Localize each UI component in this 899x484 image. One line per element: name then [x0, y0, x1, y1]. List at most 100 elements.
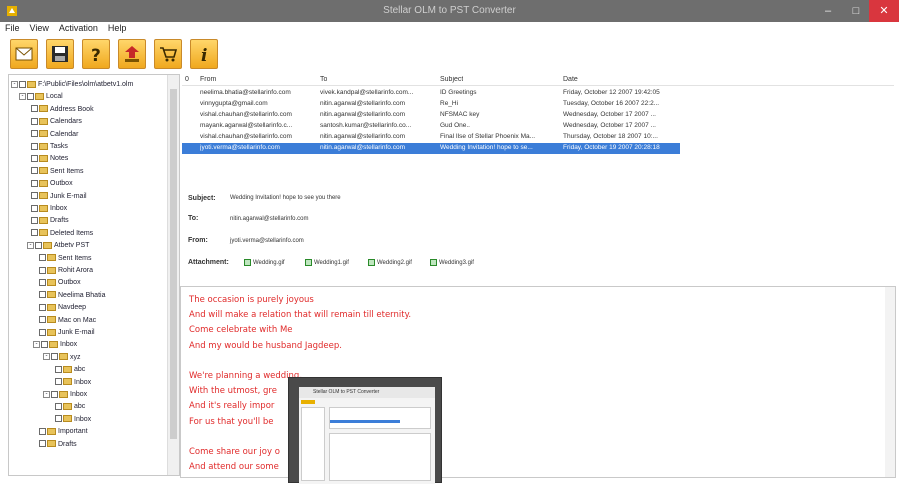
tree-item[interactable]: Junk E-mail: [39, 327, 95, 339]
checkbox[interactable]: [55, 415, 62, 423]
info-button[interactable]: i: [190, 39, 218, 69]
tree-item[interactable]: Calendar: [31, 129, 78, 141]
tree-item[interactable]: - Inbox: [43, 389, 87, 401]
maximize-button[interactable]: □: [843, 0, 869, 22]
to-column-header[interactable]: To: [320, 76, 327, 83]
tree-item[interactable]: Calendars: [31, 116, 82, 128]
table-row[interactable]: vishal.chauhan@stellarinfo.com nitin.agar…: [182, 110, 680, 121]
body-scrollbar[interactable]: [885, 287, 895, 477]
attachment-item[interactable]: Wedding.gif: [244, 259, 285, 266]
tree-item[interactable]: Address Book: [31, 104, 94, 116]
checkbox[interactable]: [31, 204, 38, 212]
attachment-item[interactable]: Wedding2.gif: [368, 259, 412, 266]
tree-item[interactable]: - Local: [19, 91, 63, 103]
checkbox[interactable]: [19, 80, 26, 88]
table-row[interactable]: jyoti.verma@stellarinfo.com nitin.agarwal…: [182, 143, 680, 154]
checkbox[interactable]: [55, 365, 62, 373]
tree-item[interactable]: Important: [39, 426, 88, 438]
checkbox[interactable]: [39, 254, 46, 262]
tree-item[interactable]: Drafts: [39, 439, 77, 451]
collapse-toggle-icon[interactable]: -: [19, 93, 26, 101]
tree-item[interactable]: Inbox: [55, 377, 91, 389]
checkbox[interactable]: [51, 353, 58, 361]
tree-scroll-thumb[interactable]: [170, 89, 177, 439]
attachment-item[interactable]: Wedding1.gif: [305, 259, 349, 266]
checkbox[interactable]: [39, 440, 46, 448]
from-column-header[interactable]: From: [200, 76, 216, 83]
subject-column-header[interactable]: Subject: [440, 76, 463, 83]
tree-item[interactable]: Sent Items: [39, 253, 91, 265]
collapse-toggle-icon[interactable]: -: [11, 80, 18, 88]
menu-activation[interactable]: Activation: [54, 22, 103, 33]
save-button[interactable]: [46, 39, 74, 69]
taskbar-thumbnail-preview[interactable]: Stellar OLM to PST Converter: [288, 377, 442, 484]
collapse-toggle-icon[interactable]: -: [43, 353, 50, 361]
checkbox[interactable]: [51, 390, 58, 398]
tree-item[interactable]: Rohit Arora: [39, 265, 93, 277]
tree-item[interactable]: Inbox: [31, 203, 67, 215]
checkbox[interactable]: [31, 155, 38, 163]
menu-file[interactable]: File: [0, 22, 25, 33]
table-row[interactable]: vinnygupta@gmail.com nitin.agarwal@stella…: [182, 99, 680, 110]
checkbox[interactable]: [31, 192, 38, 200]
tree-item[interactable]: - Inbox: [33, 339, 77, 351]
close-button[interactable]: ✕: [869, 0, 899, 22]
checkbox[interactable]: [39, 303, 46, 311]
tree-item[interactable]: abc: [55, 401, 85, 413]
tree-item[interactable]: Outbox: [31, 178, 73, 190]
checkbox[interactable]: [39, 328, 46, 336]
folder-icon: [47, 303, 56, 311]
collapse-toggle-icon[interactable]: -: [33, 341, 40, 349]
tree-item[interactable]: Sent Items: [31, 166, 83, 178]
checkbox[interactable]: [31, 142, 38, 150]
minimize-button[interactable]: –: [815, 0, 841, 22]
mail-preview-header: Subject: Wedding Invitation! hope to see…: [182, 182, 896, 286]
checkbox[interactable]: [31, 117, 38, 125]
collapse-toggle-icon[interactable]: -: [27, 241, 34, 249]
checkbox[interactable]: [39, 291, 46, 299]
table-row[interactable]: neelima.bhatia@stellarinfo.com vivek.kand…: [182, 88, 680, 99]
date-column-header[interactable]: Date: [563, 76, 578, 83]
attachment-item[interactable]: Wedding3.gif: [430, 259, 474, 266]
tree-item[interactable]: abc: [55, 364, 85, 376]
tree-item[interactable]: Outbox: [39, 277, 81, 289]
checkbox[interactable]: [31, 167, 38, 175]
checkbox[interactable]: [39, 316, 46, 324]
checkbox[interactable]: [39, 427, 46, 435]
menu-help[interactable]: Help: [103, 22, 132, 33]
tree-item[interactable]: Mac on Mac: [39, 315, 96, 327]
tree-item[interactable]: - F:\Public\Files\olm\atbetv1.olm: [11, 79, 133, 91]
mail-button[interactable]: [10, 39, 38, 69]
checkbox[interactable]: [41, 341, 48, 349]
tree-item[interactable]: Tasks: [31, 141, 68, 153]
checkbox[interactable]: [55, 378, 62, 386]
tree-item[interactable]: Notes: [31, 153, 68, 165]
tree-item[interactable]: Inbox: [55, 414, 91, 426]
checkbox[interactable]: [27, 93, 34, 101]
checkbox[interactable]: [31, 130, 38, 138]
checkbox[interactable]: [55, 403, 62, 411]
tree-item[interactable]: Junk E-mail: [31, 191, 87, 203]
checkbox[interactable]: [39, 279, 46, 287]
tree-item[interactable]: Drafts: [31, 215, 69, 227]
collapse-toggle-icon[interactable]: -: [43, 390, 50, 398]
tree-item[interactable]: - xyz: [43, 352, 81, 364]
buy-button[interactable]: [154, 39, 182, 69]
checkbox[interactable]: [31, 217, 38, 225]
checkbox[interactable]: [31, 179, 38, 187]
tree-item[interactable]: Neelima Bhatia: [39, 290, 105, 302]
table-row[interactable]: vishal.chauhan@stellarinfo.com nitin.agar…: [182, 132, 680, 143]
checkbox[interactable]: [39, 266, 46, 274]
tree-item[interactable]: - Atbetv PST: [27, 240, 89, 252]
tree-item[interactable]: Deleted Items: [31, 228, 93, 240]
download-button[interactable]: [118, 39, 146, 69]
tree-scrollbar[interactable]: [167, 75, 179, 475]
table-row[interactable]: mayank.agarwal@stellarinfo.c... santosh.k…: [182, 121, 680, 132]
menu-view[interactable]: View: [25, 22, 54, 33]
checkbox[interactable]: [31, 105, 38, 113]
help-button[interactable]: ?: [82, 39, 110, 69]
checkbox[interactable]: [31, 229, 38, 237]
attachment-column-header[interactable]: 0: [185, 76, 189, 83]
checkbox[interactable]: [35, 241, 42, 249]
tree-item[interactable]: Navdeep: [39, 302, 86, 314]
